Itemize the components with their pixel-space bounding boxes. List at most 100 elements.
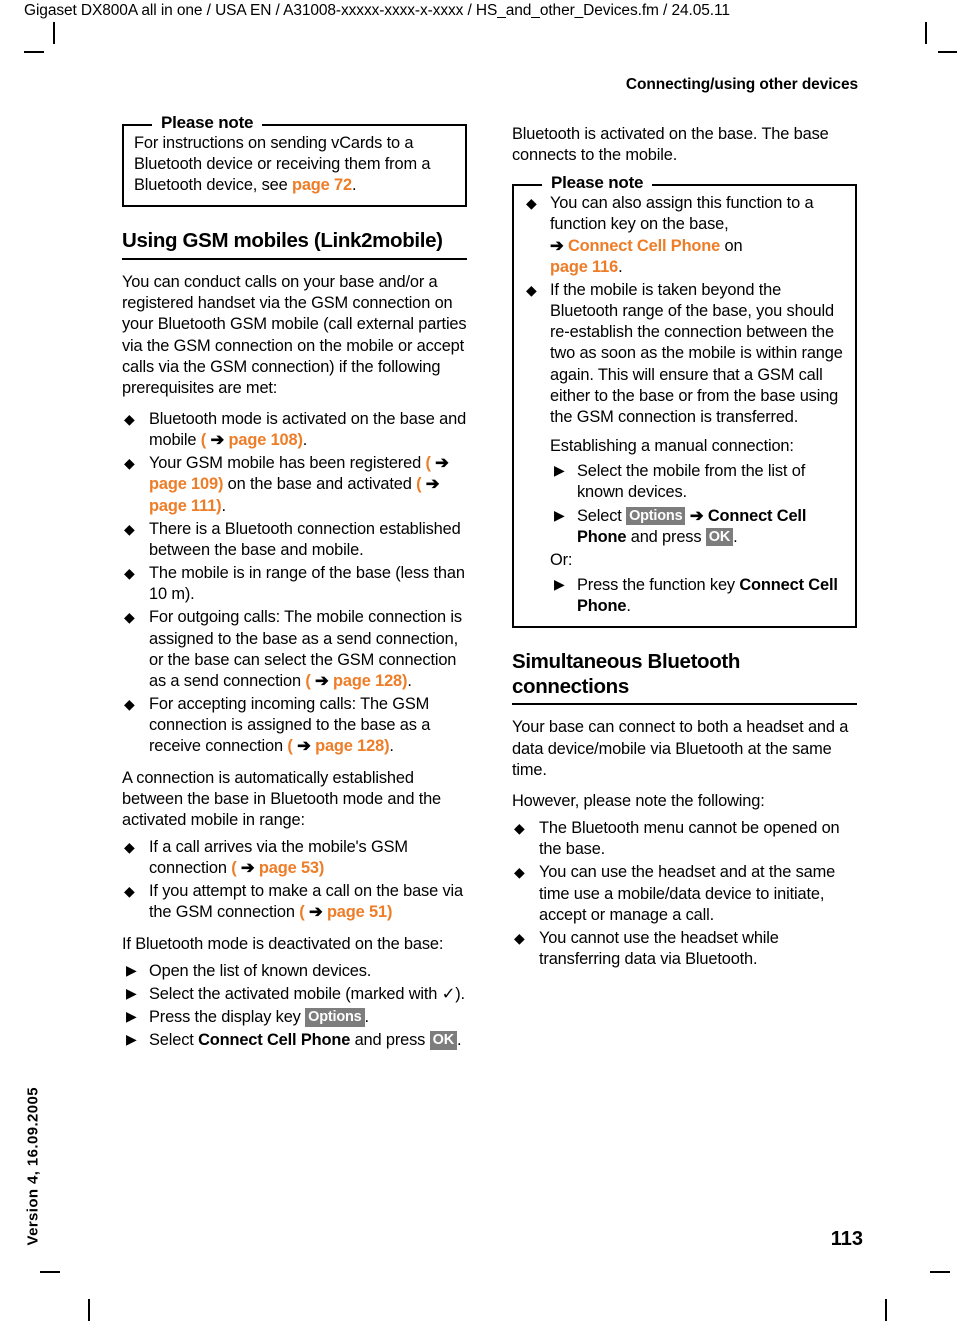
item-text: If the mobile is taken beyond the Blueto… (550, 280, 843, 426)
list-item: ▶ Select Connect Cell Phone and press OK. (122, 1030, 467, 1051)
diamond-bullet-icon: ◆ (514, 864, 525, 881)
step-text-after: . (733, 527, 738, 546)
gsm-intro-paragraph: You can conduct calls on your base and/o… (122, 273, 467, 397)
item-text: The Bluetooth menu cannot be opened on t… (539, 819, 840, 859)
key-badge-ok[interactable]: OK (705, 527, 734, 547)
item-text-after: . (221, 496, 226, 515)
page-link-72[interactable]: page 72 (292, 176, 352, 194)
diamond-bullet-icon: ◆ (124, 696, 135, 713)
list-item: ▶ Select the mobile from the list of know… (550, 461, 845, 503)
triangle-bullet-icon: ▶ (554, 506, 565, 523)
crop-mark-bottom-left-vertical (88, 1299, 90, 1321)
item-text-mid: on (720, 236, 743, 255)
item-text: You can use the headset and at the same … (539, 863, 836, 924)
step-text: Select the mobile from the list of known… (577, 462, 806, 502)
crop-mark-top-left-horizontal (24, 51, 44, 53)
menu-item-connect-cell-phone[interactable]: Connect Cell Phone (198, 1031, 350, 1049)
arrow-icon: ➔ (315, 671, 329, 690)
diamond-bullet-icon: ◆ (124, 520, 135, 537)
item-text: There is a Bluetooth connection establis… (149, 519, 461, 559)
version-stamp: Version 4, 16.09.2005 (24, 1086, 42, 1246)
page-link-108[interactable]: page 108 (229, 431, 298, 449)
ref-open-paren: ( (231, 859, 237, 878)
ref-close-paren: ) (318, 859, 325, 878)
item-text-after: . (389, 737, 394, 756)
crop-mark-top-right-horizontal (938, 51, 957, 53)
key-badge-options[interactable]: Options (305, 1008, 365, 1027)
key-badge-options[interactable]: Options (626, 506, 686, 526)
list-item: ◆ If the mobile is taken beyond the Bluet… (524, 280, 845, 428)
list-item: ◆ You can also assign this function to a … (524, 193, 845, 278)
note-box-function-key: Please note ◆ You can also assign this fu… (512, 173, 857, 629)
diamond-bullet-icon: ◆ (526, 195, 537, 212)
list-item: ◆ There is a Bluetooth connection establi… (122, 519, 467, 561)
list-item: ▶ Select the activated mobile (marked wit… (122, 984, 467, 1005)
list-item: ◆ You can use the headset and at the same… (512, 862, 857, 925)
page-link-111[interactable]: page 111 (149, 497, 216, 515)
step-text: Press the display key (149, 1008, 306, 1027)
triangle-bullet-icon: ▶ (554, 462, 565, 479)
prerequisites-list: ◆ Bluetooth mode is activated on the base… (122, 409, 467, 758)
page-number: 113 (830, 1228, 863, 1250)
triangle-bullet-icon: ▶ (126, 1031, 137, 1048)
arrow-icon: ➔ (550, 236, 564, 255)
step-text: Open the list of known devices. (149, 961, 372, 980)
note-box-legend: Please note (152, 113, 263, 133)
triangle-bullet-icon: ▶ (554, 575, 565, 592)
step-text-after: . (364, 1008, 370, 1027)
list-item: ▶ Press the function key Connect Cell Pho… (550, 575, 845, 617)
triangle-bullet-icon: ▶ (126, 1008, 137, 1025)
key-badge-ok[interactable]: OK (429, 1031, 457, 1050)
ref-open-paren: ( (287, 737, 293, 756)
diamond-bullet-icon: ◆ (124, 609, 135, 626)
page-link-53[interactable]: page 53 (259, 859, 319, 877)
step-text: Select the activated mobile (marked with… (149, 984, 465, 1003)
note-box-text: For instructions on sending vCards to a … (134, 133, 455, 196)
list-item: ◆ The Bluetooth menu cannot be opened on … (512, 818, 857, 860)
arrow-icon: ➔ (308, 903, 323, 922)
deactivated-intro-paragraph: If Bluetooth mode is deactivated on the … (122, 934, 444, 953)
page-link-128a[interactable]: page 128 (333, 672, 402, 690)
note-box-vcards: Please note For instructions on sending … (122, 113, 467, 208)
step-text: Select (577, 506, 627, 525)
auto-connection-list: ◆ If a call arrives via the mobile's GSM … (122, 837, 467, 924)
arrow-icon: ➔ (435, 454, 449, 473)
item-text: The mobile is in range of the base (less… (149, 564, 465, 604)
step-text-mid: and press (350, 1031, 430, 1050)
crop-mark-top-left-vertical (53, 22, 55, 44)
page-link-51[interactable]: page 51 (327, 903, 387, 921)
item-text-mid: on the base and activated (223, 475, 417, 494)
list-item: ◆ Bluetooth mode is activated on the base… (122, 409, 467, 451)
triangle-bullet-icon: ▶ (126, 984, 137, 1001)
item-text: You cannot use the headset while transfe… (539, 928, 779, 969)
page-link-109[interactable]: page 109 (149, 475, 218, 493)
list-item: ◆ If you attempt to make a call on the ba… (122, 881, 467, 923)
manual-steps-list: ▶ Select the mobile from the list of know… (550, 461, 845, 548)
list-item: ◆ The mobile is in range of the base (les… (122, 563, 467, 605)
list-item: ◆ If a call arrives via the mobile's GSM … (122, 837, 467, 879)
or-steps-list: ▶ Press the function key Connect Cell Pho… (550, 575, 845, 617)
section-heading-simultaneous-bluetooth: Simultaneous Bluetooth connections (512, 650, 857, 706)
step-text: Press the function key (577, 575, 740, 594)
or-label: Or: (550, 550, 573, 569)
list-item: ▶ Select Options ➔ Connect Cell Phone and… (550, 506, 845, 548)
list-item: ◆ Your GSM mobile has been registered ( ➔… (122, 453, 467, 516)
step-text: Select (149, 1031, 199, 1050)
simultaneous-paragraph-1: Your base can connect to both a headset … (512, 718, 849, 779)
page-link-116[interactable]: page 116 (550, 258, 618, 276)
file-reference-line: Gigaset DX800A all in one / USA EN / A31… (24, 2, 730, 19)
item-text-after: . (407, 671, 412, 690)
right-column: Bluetooth is activated on the base. The … (512, 124, 857, 980)
crop-mark-bottom-left-horizontal (40, 1271, 60, 1273)
diamond-bullet-icon: ◆ (124, 883, 135, 900)
function-key-connect-cell-phone[interactable]: Connect Cell Phone (568, 237, 720, 255)
manual-connection-block: Establishing a manual connection: ▶ Selec… (524, 436, 845, 617)
step-text-after: . (457, 1031, 462, 1050)
right-intro-paragraph: Bluetooth is activated on the base. The … (512, 125, 829, 165)
auto-connection-paragraph: A connection is automatically establishe… (122, 768, 442, 829)
ref-open-paren: ( (305, 671, 311, 690)
ref-open-paren: ( (425, 454, 431, 473)
page-link-128b[interactable]: page 128 (315, 737, 384, 755)
ref-open-paren: ( (299, 903, 305, 922)
item-text: You can also assign this function to a f… (550, 194, 814, 234)
